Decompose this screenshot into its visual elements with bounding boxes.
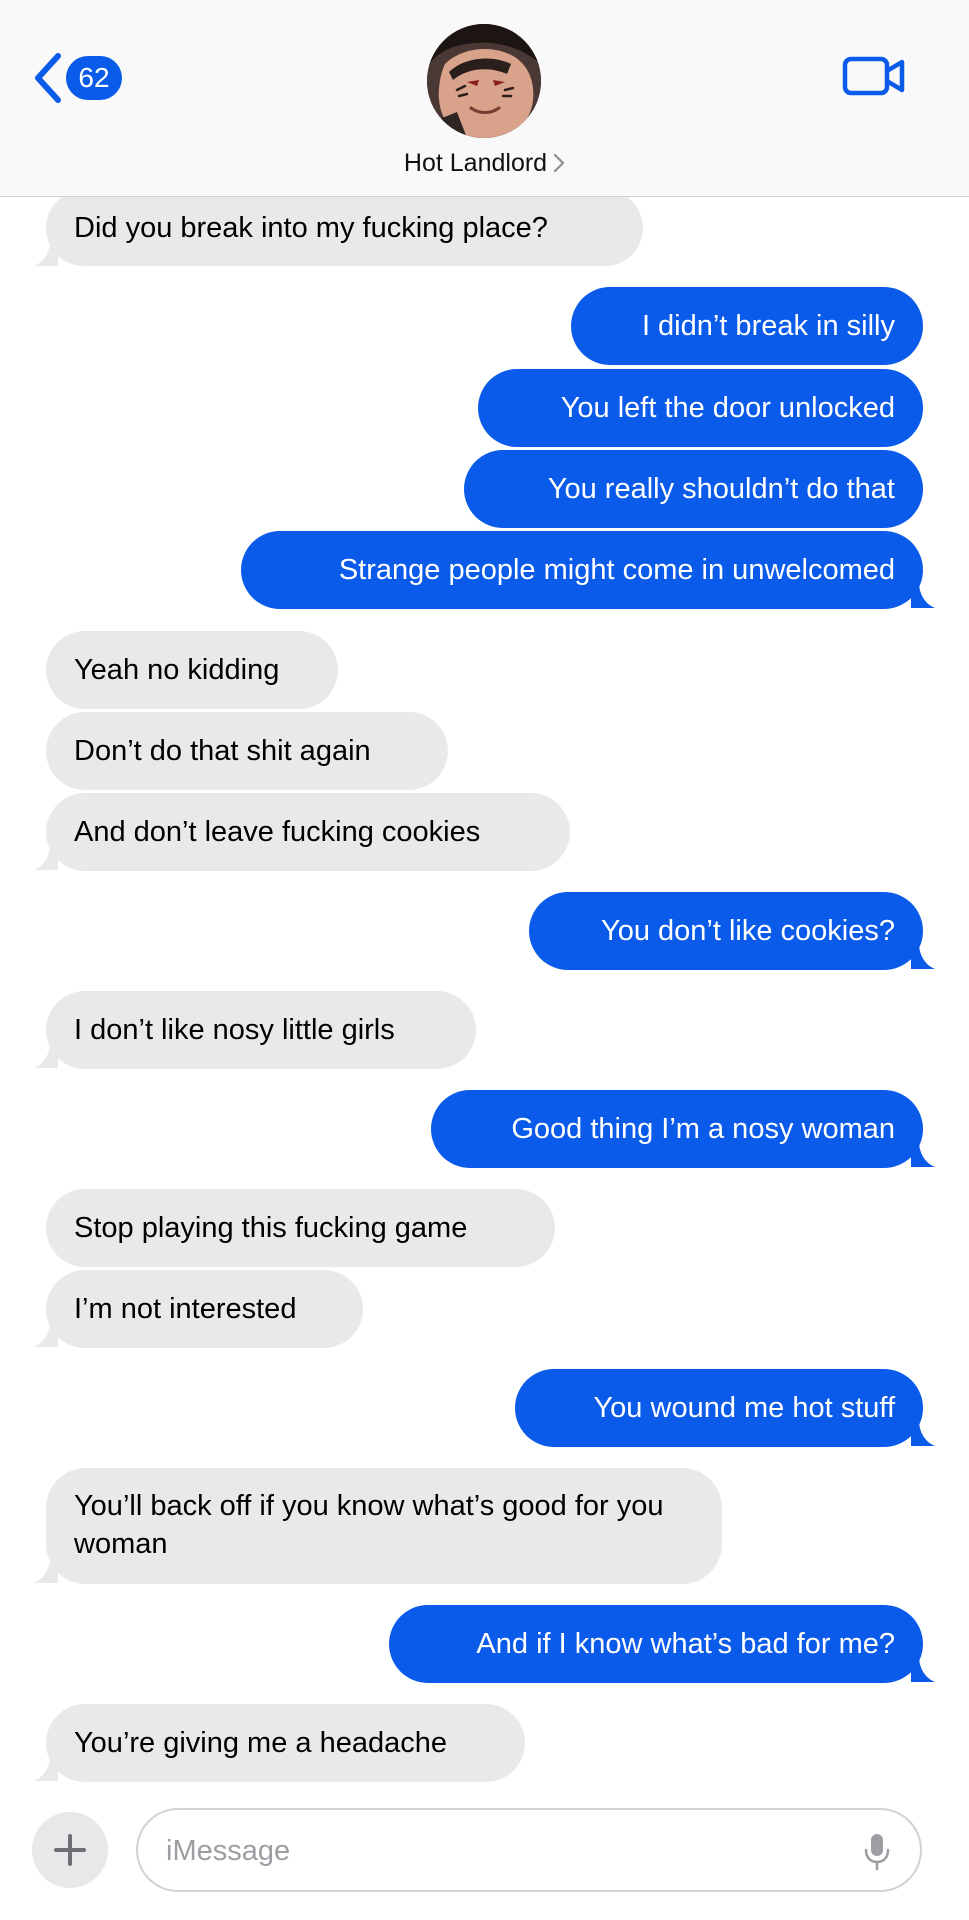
message-bubble-outgoing[interactable]: You wound me hot stuff [515, 1369, 923, 1447]
message-bubble-incoming[interactable]: And don’t leave fucking cookies [46, 793, 570, 871]
message-bubble-incoming[interactable]: I don’t like nosy little girls [46, 991, 476, 1069]
message-bubble-outgoing[interactable]: Good thing I’m a nosy woman [431, 1090, 923, 1168]
back-button[interactable]: 62 [30, 50, 122, 106]
message-bubble-outgoing[interactable]: You don’t like cookies? [529, 892, 923, 970]
bubble-tail [34, 240, 58, 266]
microphone-icon[interactable] [862, 1832, 892, 1872]
bubble-tail [34, 1755, 58, 1781]
message-input-placeholder: iMessage [166, 1835, 291, 1867]
message-bubble-incoming[interactable]: Yeah no kidding [46, 631, 338, 709]
video-camera-icon[interactable] [842, 54, 906, 98]
bubble-tail [911, 943, 935, 969]
message-bubble-outgoing[interactable]: You left the door unlocked [478, 369, 923, 447]
contact-name: Hot Landlord [403, 149, 548, 177]
message-bubble-outgoing[interactable]: I didn’t break in silly [571, 287, 923, 365]
bubble-tail [34, 1321, 58, 1347]
message-bubble-outgoing[interactable]: Strange people might come in unwelcomed [241, 531, 923, 609]
message-bubble-incoming[interactable]: You’ll back off if you know what’s good … [46, 1468, 722, 1584]
plus-icon [54, 1834, 86, 1866]
message-bubble-outgoing[interactable]: And if I know what’s bad for me? [389, 1605, 923, 1683]
message-bubble-incoming[interactable]: Don’t do that shit again [46, 712, 448, 790]
bubble-tail [911, 1420, 935, 1446]
chevron-right-icon [553, 153, 565, 173]
message-bubble-outgoing[interactable]: You really shouldn’t do that [464, 450, 923, 528]
message-bubble-incoming[interactable]: You’re giving me a headache [46, 1704, 525, 1782]
bubble-tail [911, 582, 935, 608]
message-bubble-incoming[interactable]: I’m not interested [46, 1270, 363, 1348]
apps-plus-button[interactable] [32, 1812, 108, 1888]
message-bubble-incoming[interactable]: Stop playing this fucking game [46, 1189, 555, 1267]
chevron-left-icon [35, 53, 61, 103]
bubble-tail [911, 1656, 935, 1682]
unread-count-badge: 62 [66, 56, 122, 100]
bubble-tail [34, 844, 58, 870]
bubble-tail [911, 1141, 935, 1167]
bubble-tail [34, 1042, 58, 1068]
message-bubble-incoming[interactable]: Did you break into my fucking place? [46, 190, 643, 266]
messages-screen: Did you break into my fucking place? I d… [0, 0, 969, 1920]
message-input[interactable]: iMessage [136, 1808, 922, 1892]
contact-name-button[interactable]: Hot Landlord [0, 146, 969, 180]
conversation-header: 62 Hot Landlord [0, 0, 969, 197]
contact-avatar[interactable] [427, 24, 541, 138]
avatar-image [427, 24, 541, 138]
bubble-tail [34, 1557, 58, 1583]
message-transcript[interactable]: Did you break into my fucking place? I d… [0, 0, 969, 1920]
composer-bar: iMessage [0, 1792, 969, 1920]
